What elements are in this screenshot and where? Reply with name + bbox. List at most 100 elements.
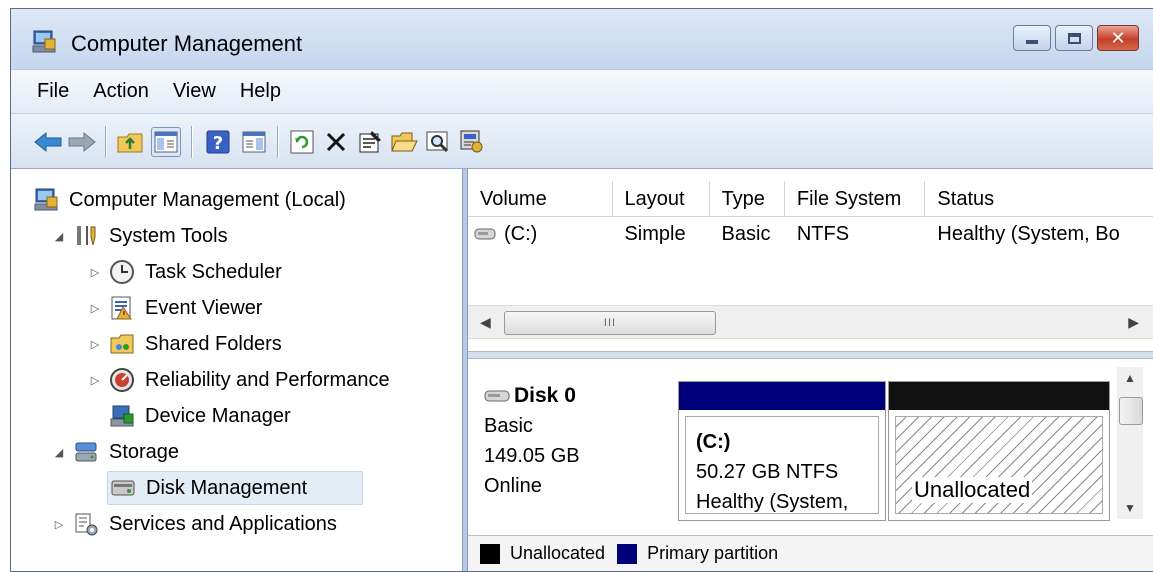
menu-help[interactable]: Help — [232, 76, 297, 107]
back-button[interactable] — [33, 127, 63, 157]
partition-label: (C:) — [696, 431, 731, 453]
expand-arrow-icon[interactable]: ▷ — [89, 302, 101, 315]
tree-item-label: Shared Folders — [145, 332, 282, 355]
show-hide-console-tree-button[interactable] — [151, 127, 181, 157]
column-header-file-system[interactable]: File System — [785, 181, 926, 217]
disk-title: Disk 0 — [484, 381, 580, 411]
forward-button[interactable] — [67, 127, 97, 157]
partition-status: Healthy (System, — [696, 491, 849, 513]
legend-swatch-primary-partition — [617, 543, 638, 564]
properties-button[interactable] — [355, 127, 385, 157]
pane-splitter[interactable] — [468, 351, 1153, 359]
tree-item-shared-folders[interactable]: Shared Folders — [109, 327, 282, 361]
maximize-button[interactable] — [1055, 25, 1093, 51]
title-bar[interactable]: Computer Management ✕ — [11, 9, 1153, 69]
tree-item-storage[interactable]: Storage — [73, 435, 179, 469]
vertical-scroll-thumb[interactable] — [1119, 397, 1143, 425]
tree-item-system-tools[interactable]: System Tools — [73, 219, 228, 253]
horizontal-scrollbar[interactable]: ◀ III ▶ — [468, 305, 1153, 339]
scroll-right-icon[interactable]: ▶ — [1128, 314, 1139, 331]
vertical-scrollbar[interactable]: ▲ ▼ — [1117, 367, 1143, 519]
disk-legend: Unallocated Primary partition — [468, 535, 1153, 571]
menu-action[interactable]: Action — [85, 76, 165, 107]
column-header-status[interactable]: Status — [925, 181, 1153, 217]
scroll-left-icon[interactable]: ◀ — [480, 314, 491, 331]
horizontal-scroll-thumb[interactable]: III — [504, 311, 716, 335]
help-button[interactable]: ? — [203, 127, 233, 157]
tree-item-services-and-applications[interactable]: Services and Applications — [73, 507, 337, 541]
open-button[interactable] — [389, 127, 419, 157]
column-header-volume[interactable]: Volume — [468, 181, 613, 217]
legend-label-primary-partition: Primary partition — [647, 543, 779, 563]
up-folder-icon — [117, 133, 143, 153]
legend-label-unallocated: Unallocated — [510, 543, 606, 563]
disk-size: 149.05 GB — [484, 445, 580, 467]
partition-text: (C:) 50.27 GB NTFS Healthy (System, — [696, 427, 848, 517]
disk-status: Online — [484, 475, 542, 497]
status-cell: Healthy (System, Bo — [937, 222, 1120, 245]
scroll-grip: III — [603, 317, 617, 329]
expand-arrow-icon[interactable]: ▷ — [89, 374, 101, 387]
tree-item-task-scheduler[interactable]: Task Scheduler — [109, 255, 282, 289]
up-one-level-button[interactable] — [115, 127, 145, 157]
table-row[interactable]: (C:) Simple Basic NTFS Healthy (System, … — [468, 217, 1153, 251]
tree-item-reliability-and-performance[interactable]: Reliability and Performance — [109, 363, 390, 397]
partition-size-fs: 50.27 GB NTFS — [696, 461, 839, 483]
find-button[interactable] — [423, 127, 453, 157]
shared-folder-icon — [110, 334, 134, 354]
refresh-icon — [290, 130, 314, 154]
back-arrow-icon — [34, 131, 62, 153]
file-system-cell: NTFS — [796, 222, 850, 245]
disk-management-icon — [111, 480, 135, 496]
menu-bar: File Action View Help — [11, 69, 1153, 113]
scroll-up-icon[interactable]: ▲ — [1117, 371, 1143, 385]
svg-text:?: ? — [213, 133, 223, 154]
menu-view[interactable]: View — [165, 76, 232, 107]
collapse-arrow-icon[interactable]: ◢ — [53, 230, 65, 243]
help-icon: ? — [206, 130, 230, 154]
show-hide-tree-icon — [154, 131, 178, 153]
legend-swatch-unallocated — [480, 543, 500, 564]
unallocated-stripe — [889, 382, 1109, 410]
minimize-button[interactable] — [1013, 25, 1051, 51]
collapse-arrow-icon[interactable]: ◢ — [53, 446, 65, 459]
console-tree: Computer Management (Local) ◢ System Too… — [11, 169, 463, 571]
volume-name: (C:) — [504, 222, 538, 245]
unallocated-content: Unallocated — [895, 416, 1103, 514]
column-header-layout[interactable]: Layout — [613, 181, 710, 217]
settings-button[interactable] — [457, 127, 487, 157]
toolbar: ? — [11, 113, 1153, 169]
tree-item-label: Device Manager — [145, 404, 291, 427]
show-hide-action-pane-icon — [242, 131, 266, 153]
tree-item-label: Reliability and Performance — [145, 368, 390, 391]
column-header-type[interactable]: Type — [710, 181, 785, 217]
partition-c-block[interactable]: (C:) 50.27 GB NTFS Healthy (System, — [678, 381, 886, 521]
tree-item-label: Computer Management (Local) — [69, 188, 346, 211]
menu-file[interactable]: File — [29, 76, 85, 107]
forward-arrow-icon — [68, 131, 96, 153]
expand-arrow-icon[interactable]: ▷ — [53, 518, 65, 531]
tree-item-event-viewer[interactable]: Event Viewer — [109, 291, 262, 325]
close-button[interactable]: ✕ — [1097, 25, 1139, 51]
delete-button[interactable] — [321, 127, 351, 157]
tree-item-label: Event Viewer — [145, 296, 263, 319]
computer-management-window: Computer Management ✕ File Action View H… — [10, 8, 1153, 572]
partition-c-content: (C:) 50.27 GB NTFS Healthy (System, — [685, 416, 879, 514]
refresh-button[interactable] — [287, 127, 317, 157]
toolbar-separator — [105, 126, 107, 158]
unallocated-block[interactable]: Unallocated — [888, 381, 1110, 521]
disk-info[interactable]: Disk 0 Basic 149.05 GB Online — [484, 381, 580, 501]
expand-arrow-icon[interactable]: ▷ — [89, 266, 101, 279]
tree-item-disk-management[interactable]: Disk Management — [107, 471, 363, 505]
expand-arrow-icon[interactable]: ▷ — [89, 338, 101, 351]
type-cell: Basic — [721, 222, 771, 245]
unallocated-label: Unallocated — [912, 477, 1033, 503]
tree-item-computer-management-local[interactable]: Computer Management (Local) — [33, 183, 346, 217]
disk-name: Disk 0 — [514, 384, 576, 407]
show-hide-action-pane-button[interactable] — [239, 127, 269, 157]
tree-item-label: Services and Applications — [109, 512, 337, 535]
tree-item-device-manager[interactable]: Device Manager — [109, 399, 291, 433]
scroll-down-icon[interactable]: ▼ — [1117, 501, 1143, 515]
clock-icon — [110, 260, 134, 284]
primary-partition-stripe — [679, 382, 885, 410]
